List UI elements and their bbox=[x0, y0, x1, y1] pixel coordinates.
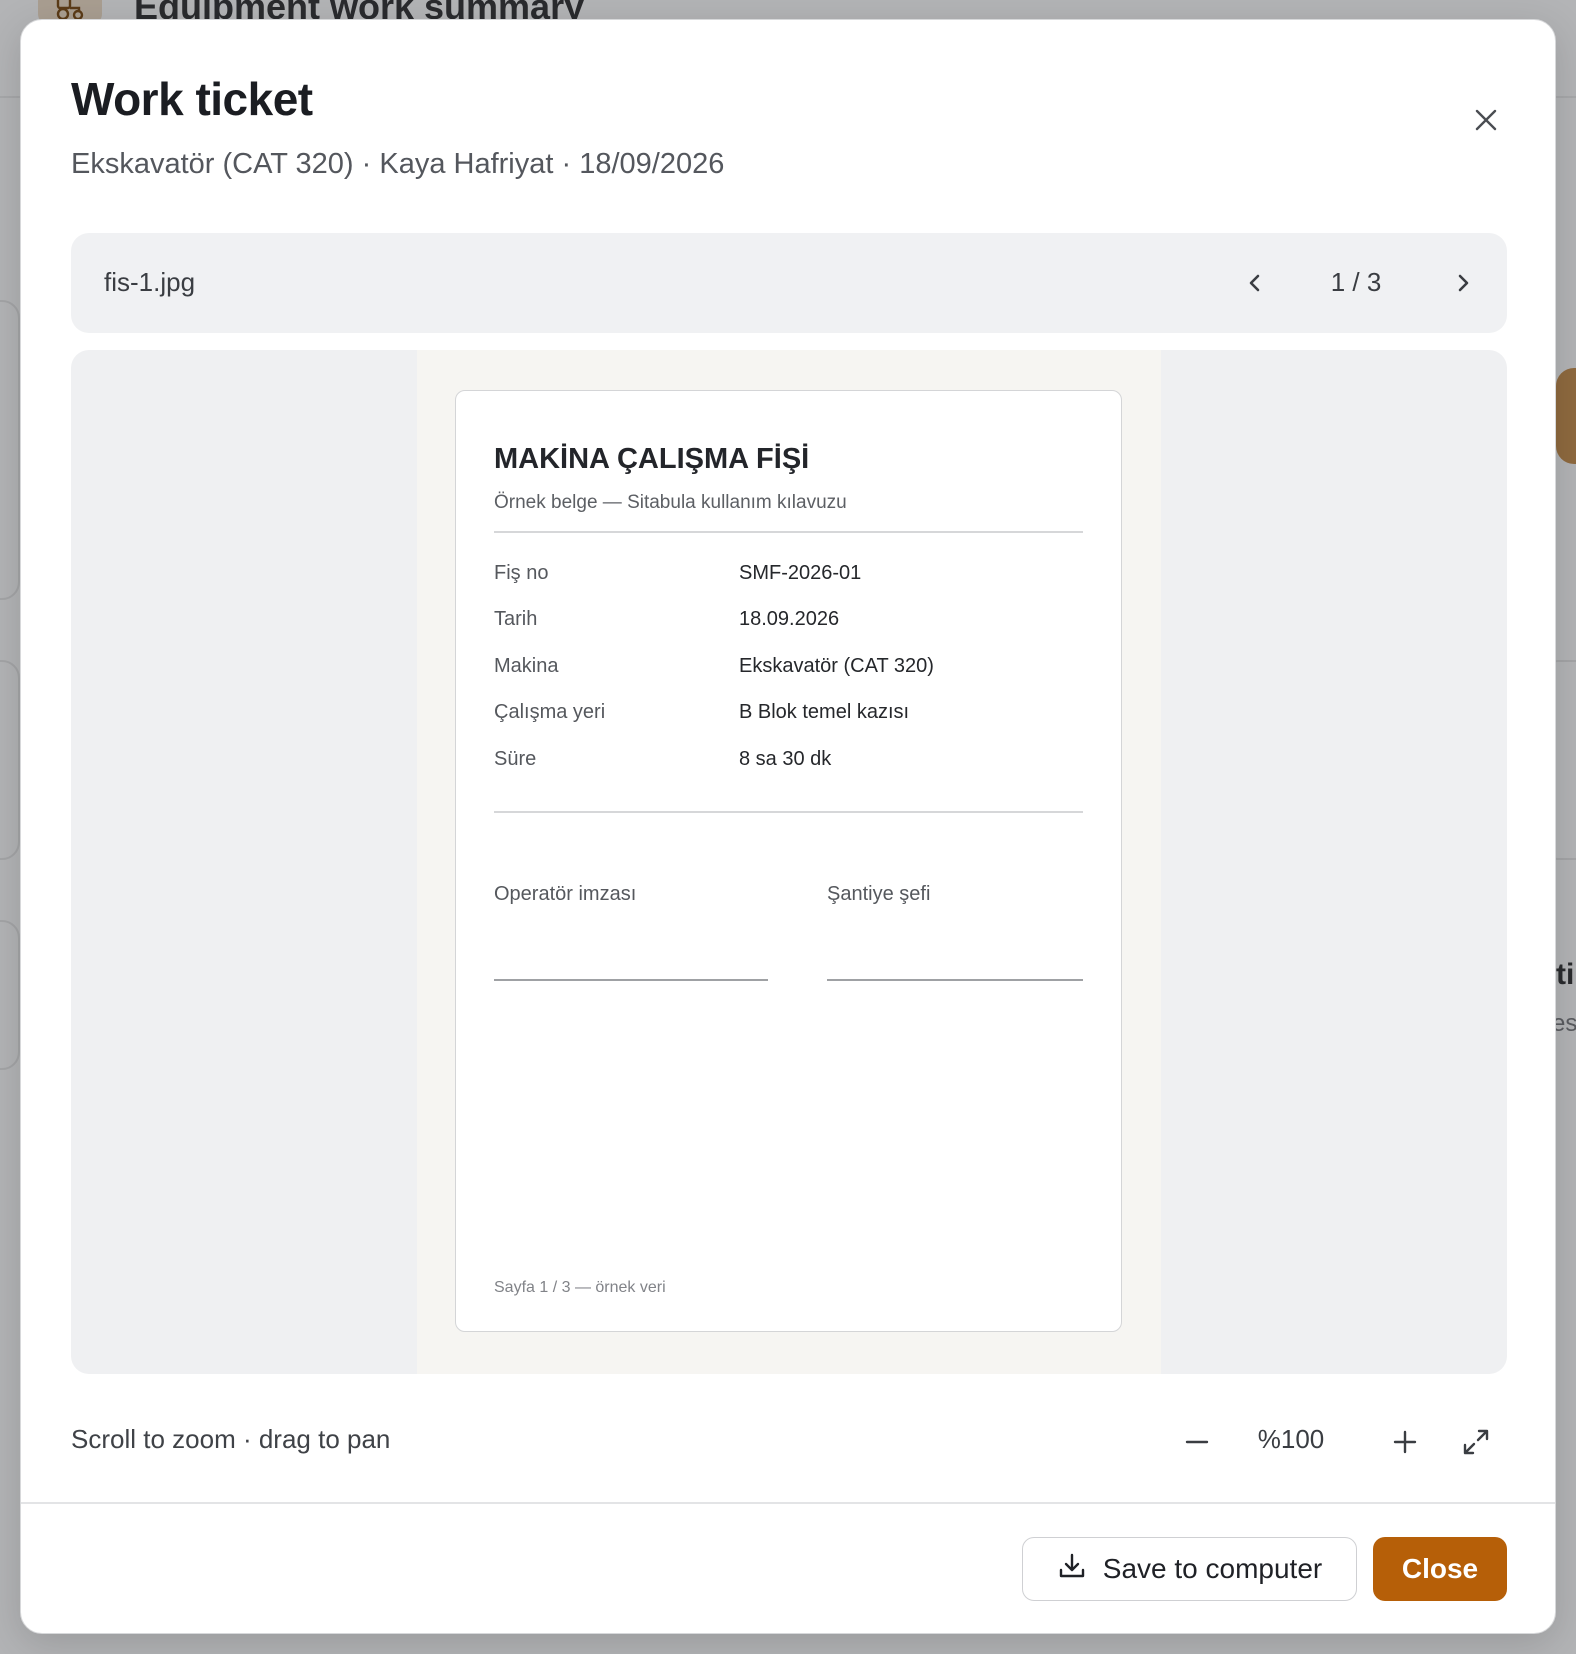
document-row: Çalışma yeri B Blok temel kazısı bbox=[494, 701, 1083, 731]
divider bbox=[494, 811, 1083, 813]
work-ticket-dialog: Work ticket Ekskavatör (CAT 320) · Kaya … bbox=[20, 19, 1556, 1634]
ticket-document: MAKİNA ÇALIŞMA FİŞİ Örnek belge — Sitabu… bbox=[455, 390, 1122, 1332]
row-label: Süre bbox=[494, 748, 537, 770]
dialog-subtitle: Ekskavatör (CAT 320) · Kaya Hafriyat · 1… bbox=[71, 148, 725, 180]
file-bar: fis-1.jpg 1 / 3 bbox=[71, 233, 1507, 333]
dialog-title: Work ticket bbox=[71, 73, 313, 125]
document-title: MAKİNA ÇALIŞMA FİŞİ bbox=[494, 443, 810, 475]
close-button[interactable]: Close bbox=[1373, 1537, 1507, 1601]
signature-line bbox=[827, 979, 1083, 981]
page-indicator: 1 / 3 bbox=[1330, 267, 1382, 297]
row-value: 18.09.2026 bbox=[739, 608, 840, 630]
operator-signature-label: Operatör imzası bbox=[494, 883, 637, 905]
row-value: B Blok temel kazısı bbox=[739, 701, 910, 723]
save-to-computer-button[interactable]: Save to computer bbox=[1022, 1537, 1357, 1601]
expand-icon[interactable] bbox=[1456, 1422, 1496, 1462]
background-text-fragment: ti bbox=[1556, 958, 1575, 991]
plus-icon[interactable] bbox=[1385, 1422, 1425, 1462]
ticket-image[interactable]: MAKİNA ÇALIŞMA FİŞİ Örnek belge — Sitabu… bbox=[417, 350, 1161, 1374]
row-value: Ekskavatör (CAT 320) bbox=[739, 655, 934, 677]
footer-divider bbox=[21, 1502, 1555, 1504]
background-accent-button bbox=[1556, 368, 1576, 464]
row-label: Çalışma yeri bbox=[494, 701, 606, 723]
divider bbox=[494, 531, 1083, 533]
zoom-level: %100 bbox=[1257, 1424, 1325, 1454]
row-label: Tarih bbox=[494, 608, 538, 630]
site-chief-signature-label: Şantiye şefi bbox=[827, 883, 931, 905]
row-label: Fiş no bbox=[494, 562, 549, 584]
file-name: fis-1.jpg bbox=[104, 267, 196, 297]
chevron-right-icon[interactable] bbox=[1443, 263, 1483, 303]
row-value: 8 sa 30 dk bbox=[739, 748, 832, 770]
background-card bbox=[0, 300, 20, 600]
minus-icon[interactable] bbox=[1177, 1422, 1217, 1462]
chevron-left-icon[interactable] bbox=[1235, 263, 1275, 303]
zoom-hint: Scroll to zoom · drag to pan bbox=[71, 1424, 391, 1454]
row-value: SMF-2026-01 bbox=[739, 562, 862, 584]
save-button-label: Save to computer bbox=[1102, 1553, 1323, 1584]
background-card bbox=[0, 920, 20, 1070]
row-label: Makina bbox=[494, 655, 559, 677]
close-icon[interactable] bbox=[1466, 100, 1506, 140]
signature-line bbox=[494, 979, 768, 981]
document-row: Tarih 18.09.2026 bbox=[494, 608, 1083, 638]
download-icon bbox=[1057, 1551, 1087, 1588]
document-footer: Sayfa 1 / 3 — örnek veri bbox=[494, 1279, 666, 1296]
background-card bbox=[0, 660, 20, 860]
document-subtitle: Örnek belge — Sitabula kullanım kılavuzu bbox=[494, 492, 847, 513]
document-row: Fiş no SMF-2026-01 bbox=[494, 562, 1083, 592]
image-viewer[interactable]: MAKİNA ÇALIŞMA FİŞİ Örnek belge — Sitabu… bbox=[71, 350, 1507, 1374]
document-row: Makina Ekskavatör (CAT 320) bbox=[494, 655, 1083, 685]
document-row: Süre 8 sa 30 dk bbox=[494, 748, 1083, 778]
